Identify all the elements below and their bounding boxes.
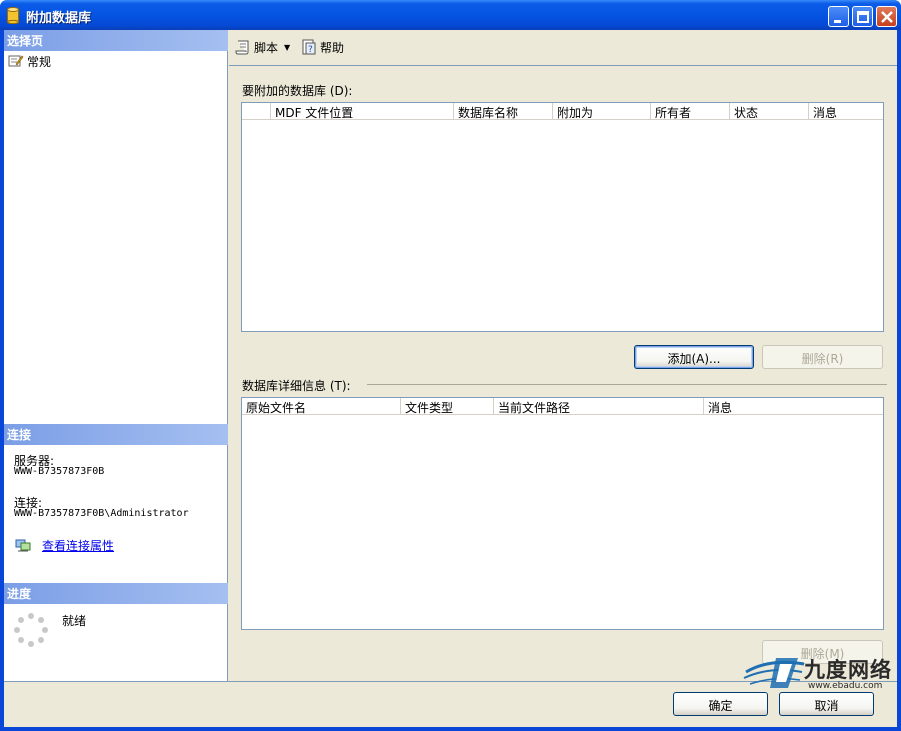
dropdown-arrow-icon[interactable]: ▼ xyxy=(284,43,290,52)
maximize-icon xyxy=(857,11,869,23)
database-details-grid[interactable]: 原始文件名 文件类型 当前文件路径 消息 xyxy=(241,397,884,630)
attach-database-window: 附加数据库 选择页 常规 连接 服务器: WWW-B7357873F0B 连接:… xyxy=(0,0,901,731)
database-icon xyxy=(7,7,19,24)
server-value: WWW-B7357873F0B xyxy=(14,466,105,477)
column-file-type[interactable]: 文件类型 xyxy=(400,398,493,415)
minimize-icon xyxy=(834,20,841,23)
column-mdf-location[interactable]: MDF 文件位置 xyxy=(270,103,453,120)
remove-database-button[interactable]: 删除(R) xyxy=(762,345,883,369)
databases-to-attach-label: 要附加的数据库 (D): xyxy=(242,84,353,98)
column-database-name[interactable]: 数据库名称 xyxy=(453,103,552,120)
watermark-brand: 九度网络 xyxy=(804,658,892,682)
toolbar: 脚本 ▼ ? 帮助 xyxy=(229,30,897,66)
script-icon xyxy=(235,40,249,55)
script-label: 脚本 xyxy=(254,40,279,55)
grid-column-selector xyxy=(242,103,270,120)
database-details-label: 数据库详细信息 (T): xyxy=(242,379,351,393)
help-icon: ? xyxy=(302,39,316,55)
close-icon xyxy=(881,11,893,23)
connection-value: WWW-B7357873F0B\Administrator xyxy=(14,508,189,519)
dialog-body: 选择页 常规 连接 服务器: WWW-B7357873F0B 连接: WWW-B… xyxy=(4,30,897,727)
window-title: 附加数据库 xyxy=(26,11,92,26)
column-attach-as[interactable]: 附加为 xyxy=(552,103,650,120)
databases-to-attach-grid[interactable]: MDF 文件位置 数据库名称 附加为 所有者 状态 消息 xyxy=(241,102,884,332)
select-page-header: 选择页 xyxy=(4,30,228,51)
left-pane: 选择页 常规 连接 服务器: WWW-B7357873F0B 连接: WWW-B… xyxy=(4,30,228,681)
column-original-file-name[interactable]: 原始文件名 xyxy=(242,398,400,415)
title-bar[interactable]: 附加数据库 xyxy=(0,0,901,30)
column-message[interactable]: 消息 xyxy=(808,103,883,120)
properties-page-icon xyxy=(8,55,24,67)
minimize-button[interactable] xyxy=(828,6,849,27)
connection-header: 连接 xyxy=(4,424,228,445)
progress-status: 就绪 xyxy=(62,614,87,628)
column-current-file-path[interactable]: 当前文件路径 xyxy=(493,398,703,415)
help-button[interactable]: ? 帮助 xyxy=(301,38,344,56)
view-connection-properties-link[interactable]: 查看连接属性 xyxy=(42,537,114,554)
close-button[interactable] xyxy=(876,6,897,27)
column-status[interactable]: 状态 xyxy=(729,103,808,120)
watermark-url: www.ebadu.com xyxy=(808,681,883,691)
maximize-button[interactable] xyxy=(852,6,873,27)
progress-spinner-icon xyxy=(14,613,48,647)
svg-text:?: ? xyxy=(308,45,313,55)
grid-header: MDF 文件位置 数据库名称 附加为 所有者 状态 消息 xyxy=(242,103,883,120)
column-message[interactable]: 消息 xyxy=(703,398,883,415)
grid-header: 原始文件名 文件类型 当前文件路径 消息 xyxy=(242,398,883,415)
connection-properties-icon xyxy=(15,539,31,552)
add-button[interactable]: 添加(A)... xyxy=(634,345,754,369)
script-button[interactable]: 脚本 ▼ xyxy=(235,38,290,56)
progress-header: 进度 xyxy=(4,583,228,604)
group-separator xyxy=(367,384,887,385)
watermark-logo: 九度网络 www.ebadu.com xyxy=(740,652,896,696)
column-owner[interactable]: 所有者 xyxy=(650,103,729,120)
page-item-general[interactable]: 常规 xyxy=(8,52,51,70)
help-label: 帮助 xyxy=(320,40,345,55)
page-item-label: 常规 xyxy=(27,54,52,69)
